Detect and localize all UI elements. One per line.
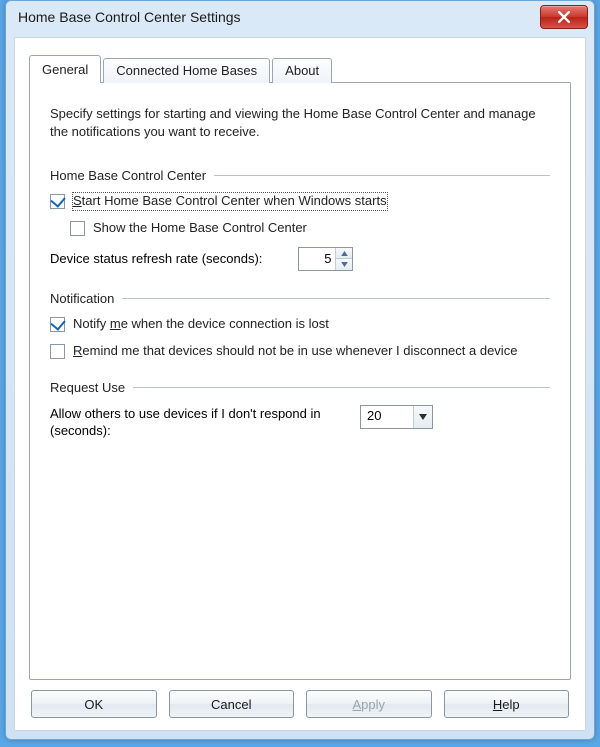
group-header-request-use: Request Use <box>50 380 550 395</box>
intro-text: Specify settings for starting and viewin… <box>50 105 550 140</box>
tabpane-general: Specify settings for starting and viewin… <box>29 82 571 680</box>
row-notify-lost: Notify me when the device connection is … <box>50 316 550 333</box>
client-area: General Connected Home Bases About Speci… <box>14 37 586 731</box>
group-title-notification: Notification <box>50 291 114 306</box>
chevron-down-icon <box>341 262 348 267</box>
separator-line <box>214 175 550 176</box>
spinner-buttons <box>335 248 352 270</box>
row-start-with-windows: Start Home Base Control Center when Wind… <box>50 193 550 210</box>
spinner-refresh-rate[interactable] <box>298 247 353 271</box>
tab-connected-home-bases[interactable]: Connected Home Bases <box>103 58 270 83</box>
row-show-hbcc: Show the Home Base Control Center <box>70 220 550 237</box>
group-header-hbcc: Home Base Control Center <box>50 168 550 183</box>
spinner-down[interactable] <box>336 258 352 270</box>
group-title-hbcc: Home Base Control Center <box>50 168 206 183</box>
titlebar[interactable]: Home Base Control Center Settings <box>6 1 594 33</box>
input-refresh-rate[interactable] <box>299 248 335 270</box>
combo-request-timeout[interactable]: 20 <box>360 405 433 429</box>
label-start-with-windows[interactable]: Start Home Base Control Center when Wind… <box>73 193 387 210</box>
group-notification: Notification Notify me when the device c… <box>50 291 550 360</box>
ok-button[interactable]: OK <box>31 690 157 718</box>
label-request-use: Allow others to use devices if I don't r… <box>50 405 350 440</box>
help-button[interactable]: Help <box>444 690 570 718</box>
label-show-hbcc[interactable]: Show the Home Base Control Center <box>93 220 307 237</box>
chevron-down-icon <box>419 414 427 420</box>
dialog-button-row: OK Cancel Apply Help <box>29 690 571 718</box>
settings-window: Home Base Control Center Settings Genera… <box>5 0 595 740</box>
checkbox-remind-disconnect[interactable] <box>50 344 65 359</box>
chevron-up-icon <box>341 251 348 256</box>
combo-value: 20 <box>361 406 413 428</box>
tabstrip: General Connected Home Bases About <box>29 54 571 82</box>
combo-drop-button[interactable] <box>413 406 432 428</box>
row-refresh-rate: Device status refresh rate (seconds): <box>50 247 550 271</box>
label-notify-lost[interactable]: Notify me when the device connection is … <box>73 316 329 333</box>
separator-line <box>122 298 550 299</box>
row-remind-disconnect: Remind me that devices should not be in … <box>50 343 550 360</box>
label-remind-disconnect[interactable]: Remind me that devices should not be in … <box>73 343 517 360</box>
tab-general[interactable]: General <box>29 55 101 83</box>
group-home-base-control-center: Home Base Control Center Start Home Base… <box>50 168 550 271</box>
close-icon <box>558 11 570 23</box>
cancel-button[interactable]: Cancel <box>169 690 295 718</box>
window-title: Home Base Control Center Settings <box>18 9 540 25</box>
group-title-request-use: Request Use <box>50 380 125 395</box>
group-request-use: Request Use Allow others to use devices … <box>50 380 550 440</box>
checkbox-notify-lost[interactable] <box>50 317 65 332</box>
spinner-up[interactable] <box>336 248 352 259</box>
separator-line <box>133 387 550 388</box>
checkbox-show-hbcc[interactable] <box>70 221 85 236</box>
tab-about[interactable]: About <box>272 58 332 83</box>
close-button[interactable] <box>540 5 588 29</box>
apply-button[interactable]: Apply <box>306 690 432 718</box>
checkbox-start-with-windows[interactable] <box>50 194 65 209</box>
group-header-notification: Notification <box>50 291 550 306</box>
label-refresh-rate: Device status refresh rate (seconds): <box>50 251 262 266</box>
row-request-use: Allow others to use devices if I don't r… <box>50 405 550 440</box>
